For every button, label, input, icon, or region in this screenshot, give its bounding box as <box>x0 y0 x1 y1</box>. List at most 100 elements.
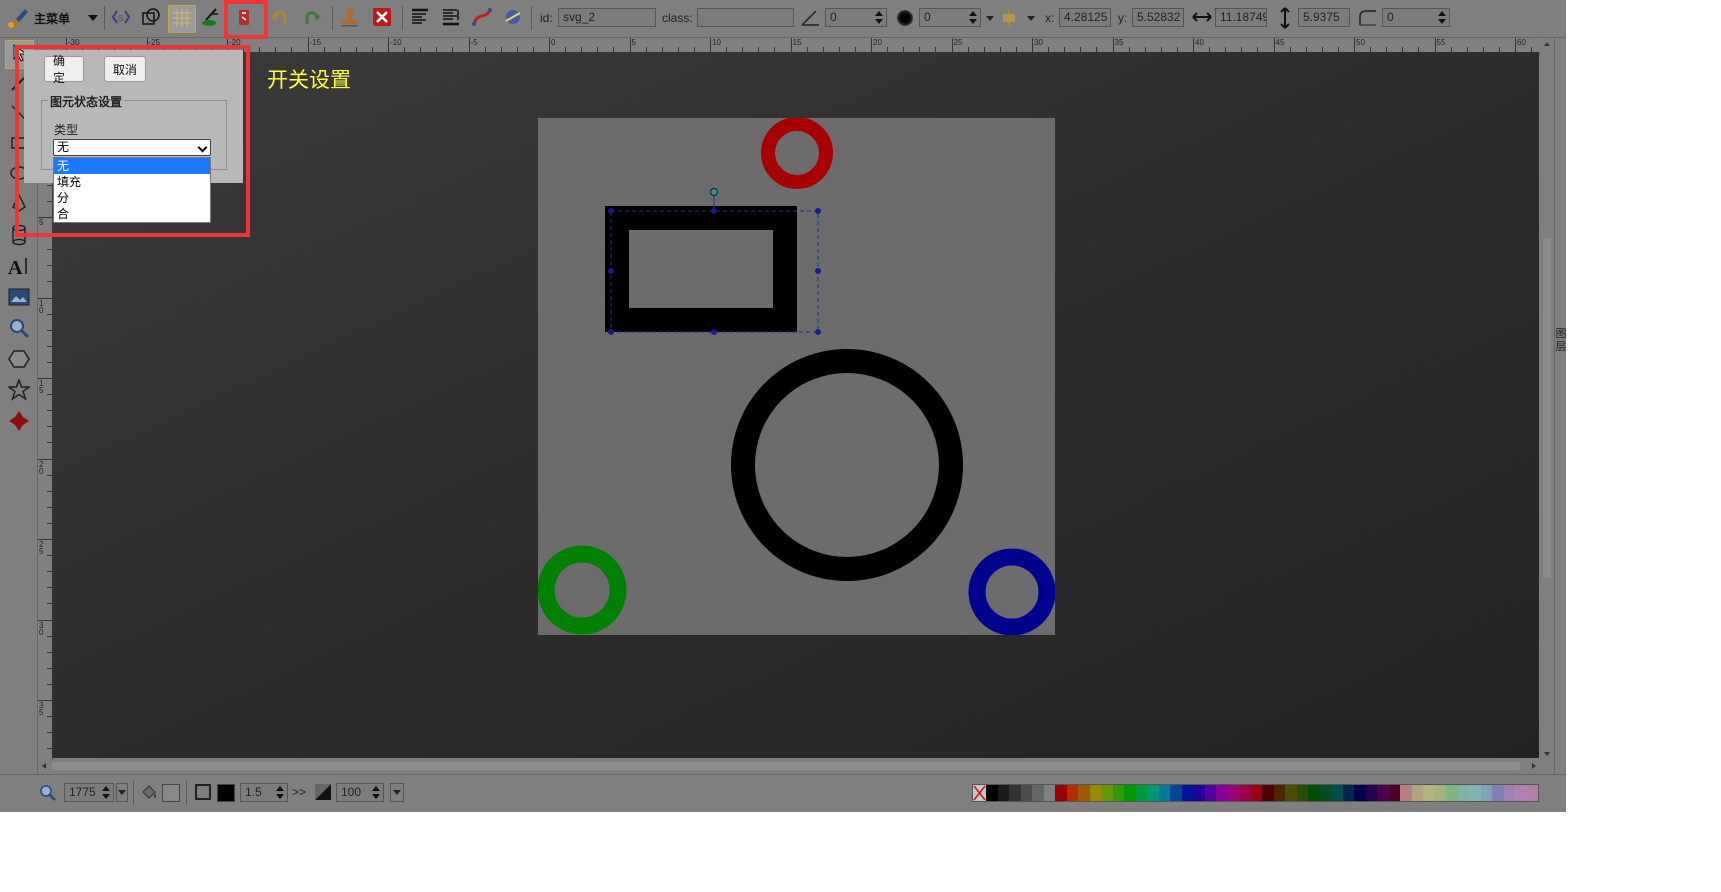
scroll-down-icon[interactable] <box>1544 752 1550 756</box>
palette-swatch[interactable] <box>1204 785 1216 801</box>
undo-button[interactable] <box>267 5 293 31</box>
align-icon[interactable] <box>1000 8 1018 31</box>
palette-swatch[interactable] <box>1331 785 1343 801</box>
palette-swatch[interactable] <box>1147 785 1159 801</box>
red-ring[interactable] <box>761 117 833 189</box>
palette-swatch[interactable] <box>1377 785 1389 801</box>
x-input[interactable]: 4.28125 <box>1059 8 1111 27</box>
shapelib-tool[interactable] <box>5 409 32 436</box>
palette-swatch[interactable] <box>1526 785 1538 801</box>
scroll-up-icon[interactable] <box>1544 42 1550 46</box>
id-input[interactable]: svg_2 <box>558 8 656 27</box>
palette-swatch[interactable] <box>1365 785 1377 801</box>
blur-dropdown-icon[interactable] <box>986 16 994 21</box>
scroll-h-thumb[interactable] <box>52 762 1520 770</box>
palette-swatch[interactable] <box>1009 785 1021 801</box>
opacity-spinner[interactable] <box>372 786 380 799</box>
palette-swatch[interactable] <box>1457 785 1469 801</box>
y-input[interactable]: 5.52832 <box>1132 8 1184 27</box>
move-to-top-button[interactable] <box>407 5 433 31</box>
canvas-workarea[interactable] <box>52 52 1539 758</box>
main-menu-button[interactable]: 主菜单 <box>4 5 100 31</box>
palette-swatch[interactable] <box>1020 785 1032 801</box>
zoom-input[interactable]: 1775 <box>64 783 114 802</box>
palette-swatch[interactable] <box>1285 785 1297 801</box>
palette-swatch[interactable] <box>1503 785 1515 801</box>
palette-swatch[interactable] <box>1434 785 1446 801</box>
layers-panel-handle[interactable]: 图 层 <box>1554 38 1566 774</box>
color-palette[interactable] <box>972 784 1539 802</box>
polygon-tool[interactable] <box>5 347 32 374</box>
corner-radius-spinner[interactable] <box>1438 11 1446 24</box>
align-dropdown-icon[interactable] <box>1027 16 1035 21</box>
palette-swatch[interactable] <box>1250 785 1262 801</box>
palette-swatch[interactable] <box>1262 785 1274 801</box>
angle-spinner[interactable] <box>875 11 883 24</box>
palette-swatch[interactable] <box>1181 785 1193 801</box>
selected-rect[interactable] <box>605 206 797 332</box>
palette-swatch[interactable] <box>997 785 1009 801</box>
green-ring[interactable] <box>537 545 627 635</box>
palette-swatch[interactable] <box>1170 785 1182 801</box>
palette-swatch[interactable] <box>1388 785 1400 801</box>
no-color-swatch[interactable] <box>973 785 986 801</box>
stroke-width-input[interactable]: 1.5 <box>240 783 288 802</box>
palette-swatch[interactable] <box>1411 785 1423 801</box>
palette-swatch[interactable] <box>1480 785 1492 801</box>
scroll-right-icon[interactable] <box>1532 763 1536 769</box>
palette-swatch[interactable] <box>1032 785 1044 801</box>
palette-swatch[interactable] <box>1158 785 1170 801</box>
opacity-dropdown[interactable] <box>390 783 404 802</box>
rotate-handle[interactable] <box>710 188 718 196</box>
horizontal-scrollbar[interactable] <box>38 760 1540 772</box>
palette-swatch[interactable] <box>1089 785 1101 801</box>
layers-tab[interactable]: 图 层 <box>1555 328 1567 354</box>
image-tool[interactable] <box>5 285 32 312</box>
wireframe-button[interactable] <box>138 5 164 31</box>
move-to-bottom-button[interactable] <box>438 5 464 31</box>
fill-color-swatch[interactable] <box>162 784 180 802</box>
palette-swatch[interactable] <box>1101 785 1113 801</box>
delete-button[interactable] <box>369 5 395 31</box>
zoom-spinner[interactable] <box>102 786 110 799</box>
palette-swatch[interactable] <box>986 785 998 801</box>
palette-swatch[interactable] <box>1423 785 1435 801</box>
blur-input[interactable]: 0 <box>919 8 981 27</box>
stroke-style-toggle[interactable]: >> <box>292 785 306 799</box>
grid-toggle-button[interactable] <box>168 5 196 33</box>
scroll-v-thumb[interactable] <box>1543 238 1551 578</box>
blur-spinner[interactable] <box>969 11 977 24</box>
vertical-scrollbar[interactable] <box>1540 38 1554 760</box>
text-tool[interactable]: A <box>5 254 32 281</box>
zoom-dropdown[interactable] <box>116 783 128 802</box>
clone-button[interactable] <box>337 5 363 31</box>
palette-swatch[interactable] <box>1135 785 1147 801</box>
reorient-path-button[interactable] <box>500 5 526 31</box>
palette-swatch[interactable] <box>1112 785 1124 801</box>
palette-swatch[interactable] <box>1492 785 1504 801</box>
angle-input[interactable]: 0 <box>825 8 887 27</box>
palette-swatch[interactable] <box>1043 785 1055 801</box>
palette-swatch[interactable] <box>1193 785 1205 801</box>
zoom-tool[interactable] <box>5 316 32 343</box>
stroke-color-swatch[interactable] <box>217 784 235 802</box>
palette-swatch[interactable] <box>1515 785 1527 801</box>
palette-swatch[interactable] <box>1308 785 1320 801</box>
stroke-width-spinner[interactable] <box>276 786 284 799</box>
palette-swatch[interactable] <box>1066 785 1078 801</box>
blue-ring[interactable] <box>968 548 1056 636</box>
palette-swatch[interactable] <box>1319 785 1331 801</box>
corner-radius-input[interactable]: 0 <box>1382 8 1450 27</box>
palette-swatch[interactable] <box>1354 785 1366 801</box>
palette-swatch[interactable] <box>1296 785 1308 801</box>
scroll-left-icon[interactable] <box>42 763 46 769</box>
black-ring[interactable] <box>731 349 963 581</box>
height-input[interactable]: 5.9375 <box>1298 8 1350 27</box>
width-input[interactable]: 11.18749 <box>1215 8 1267 27</box>
palette-swatch[interactable] <box>1124 785 1136 801</box>
edit-path-button[interactable] <box>198 5 224 31</box>
palette-swatch[interactable] <box>1055 785 1067 801</box>
palette-swatch[interactable] <box>1400 785 1412 801</box>
opacity-input[interactable]: 100 <box>336 783 384 802</box>
star-tool[interactable] <box>5 377 32 405</box>
